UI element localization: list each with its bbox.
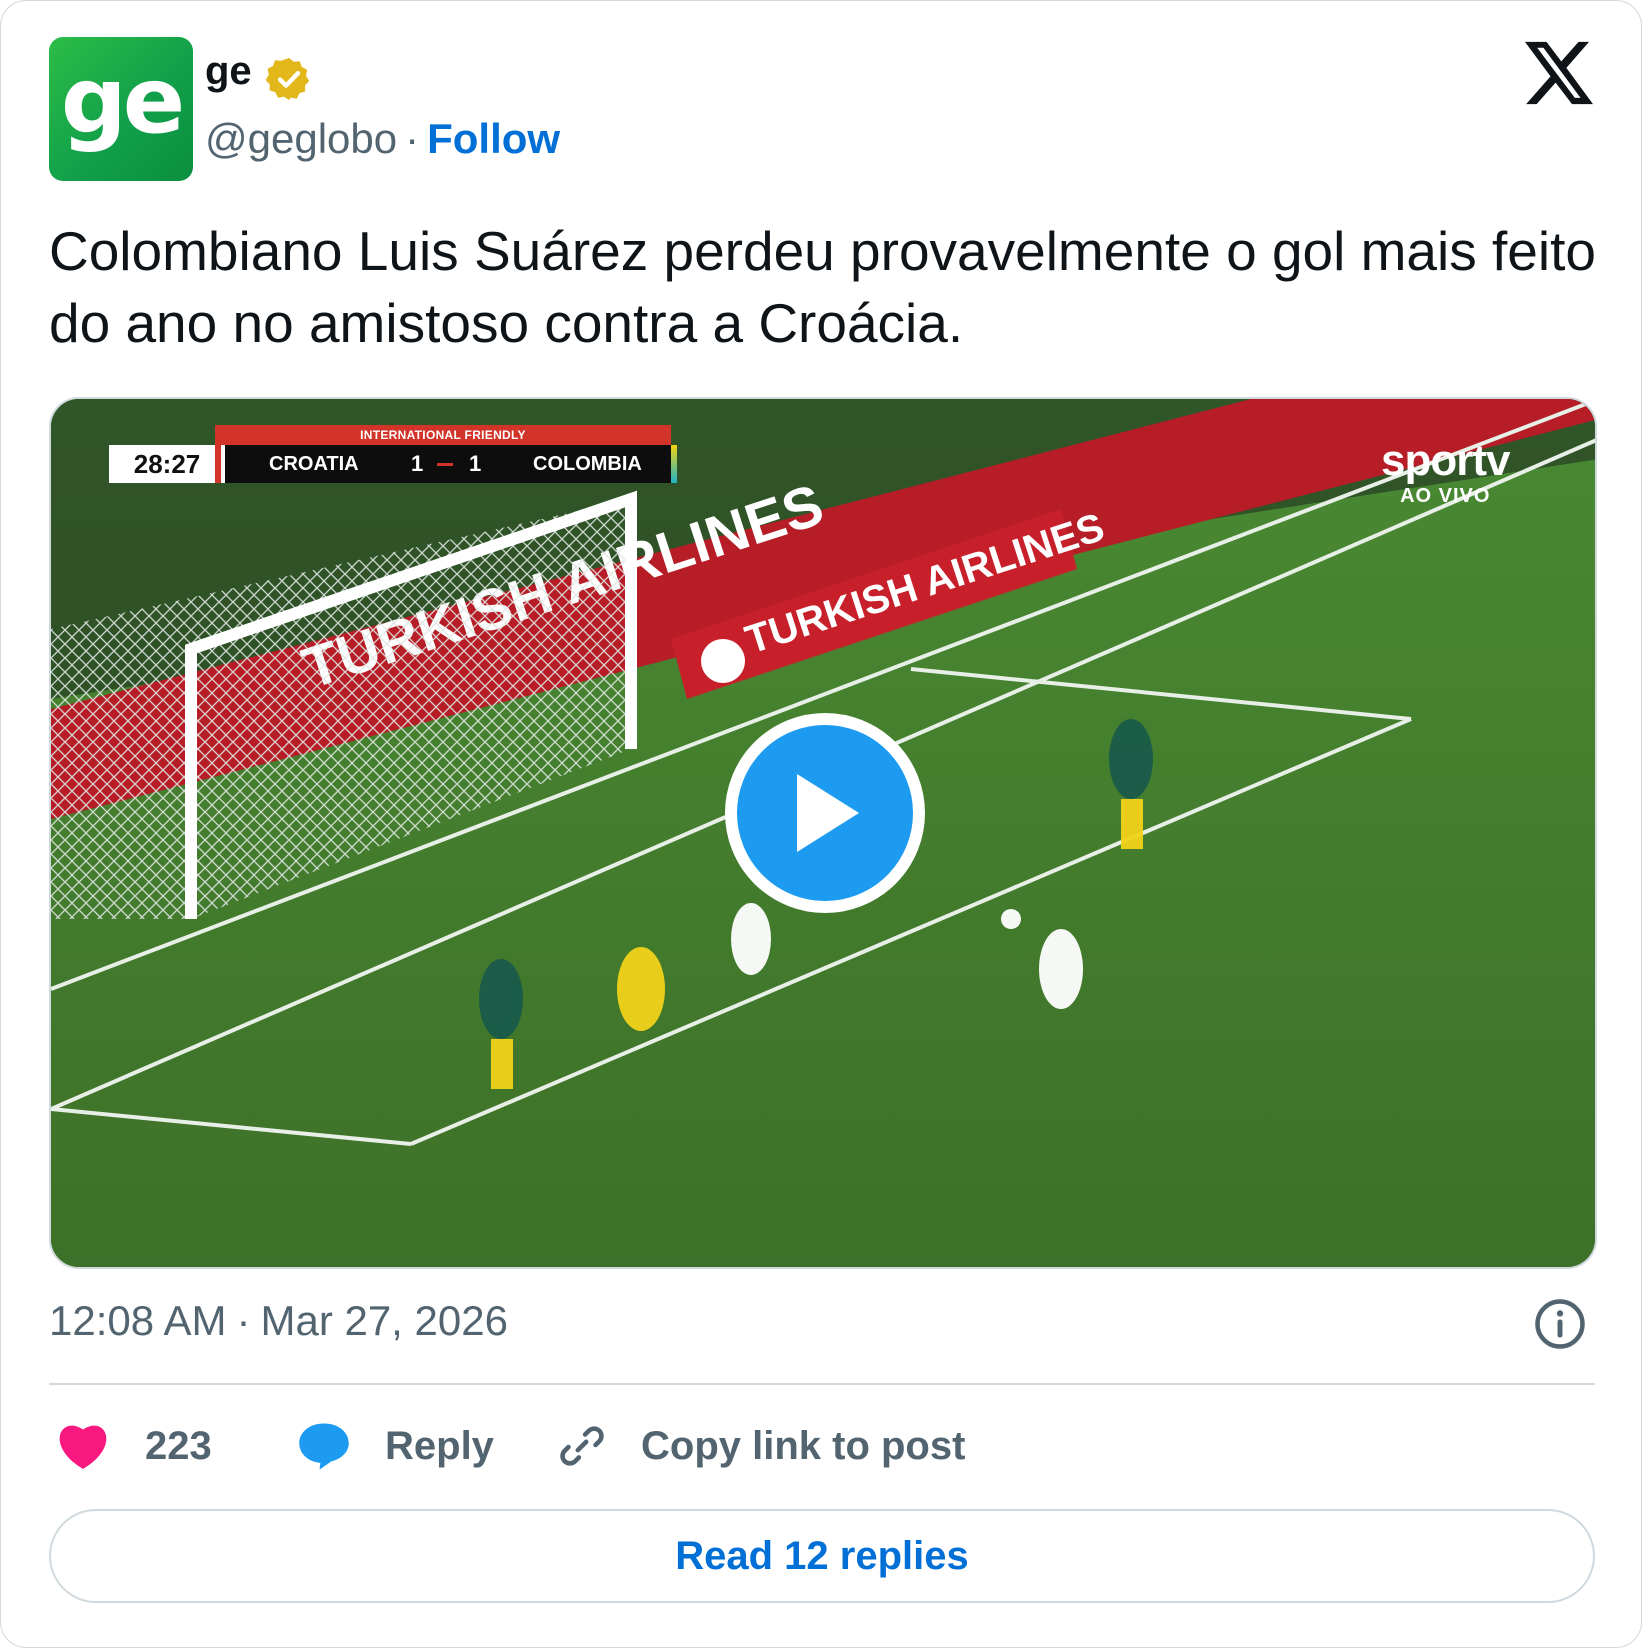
- time-separator: ·: [236, 1297, 251, 1344]
- away-team: COLOMBIA: [533, 453, 642, 475]
- home-score: 1: [411, 451, 424, 476]
- home-team: CROATIA: [269, 453, 359, 475]
- play-button[interactable]: [725, 713, 925, 913]
- link-icon: [560, 1426, 604, 1466]
- avatar-logo-text: ge: [60, 46, 185, 154]
- read-replies-button[interactable]: Read 12 replies: [49, 1509, 1595, 1603]
- away-score: 1: [469, 451, 482, 476]
- copy-link-label: Copy link to post: [641, 1423, 966, 1468]
- like-count: 223: [145, 1423, 212, 1468]
- heart-icon: [59, 1425, 107, 1469]
- video-player[interactable]: TURKISH AIRLINES TURKISH AIRLINES INTERN…: [49, 397, 1597, 1269]
- info-icon[interactable]: [1533, 1297, 1587, 1351]
- author-name[interactable]: ge: [205, 49, 252, 94]
- match-clock: 28:27: [109, 445, 225, 483]
- post-timestamp[interactable]: 12:08 AM · Mar 27, 2026: [49, 1297, 508, 1345]
- away-color-flag: [671, 445, 677, 483]
- broadcaster-logo: sportv AO VIVO: [1381, 436, 1510, 509]
- author-handle-row: @geglobo · Follow: [205, 115, 560, 163]
- match-label: INTERNATIONAL FRIENDLY: [215, 425, 671, 445]
- play-icon: [797, 774, 859, 852]
- divider: [49, 1383, 1595, 1385]
- reply-button[interactable]: Reply: [297, 1415, 494, 1477]
- post-card: ge ge @geglobo · Follow Colombiano Luis Su…: [0, 0, 1642, 1648]
- score-dash: [437, 463, 453, 466]
- post-time: 12:08 AM: [49, 1297, 227, 1344]
- verified-badge-icon: [265, 58, 310, 100]
- copy-link-button[interactable]: Copy link to post: [557, 1415, 965, 1477]
- follow-link[interactable]: Follow: [427, 115, 560, 162]
- x-logo-icon[interactable]: [1525, 41, 1593, 105]
- post-date: Mar 27, 2026: [260, 1297, 508, 1344]
- broadcaster-live: AO VIVO: [1400, 485, 1491, 507]
- broadcaster-name: sportv: [1381, 436, 1510, 485]
- score-panel: CROATIA 1 1 COLOMBIA: [225, 445, 671, 483]
- author-avatar[interactable]: ge: [49, 37, 193, 181]
- like-button[interactable]: 223: [57, 1415, 212, 1477]
- handle-separator: ·: [405, 115, 420, 162]
- speech-bubble-icon: [299, 1423, 349, 1470]
- action-bar: 223 Reply Copy link to post: [49, 1415, 1589, 1477]
- post-text: Colombiano Luis Suárez perdeu provavelme…: [49, 220, 1596, 354]
- reply-label: Reply: [385, 1423, 494, 1468]
- author-handle[interactable]: @geglobo: [205, 115, 397, 162]
- home-color-flag: [215, 445, 221, 483]
